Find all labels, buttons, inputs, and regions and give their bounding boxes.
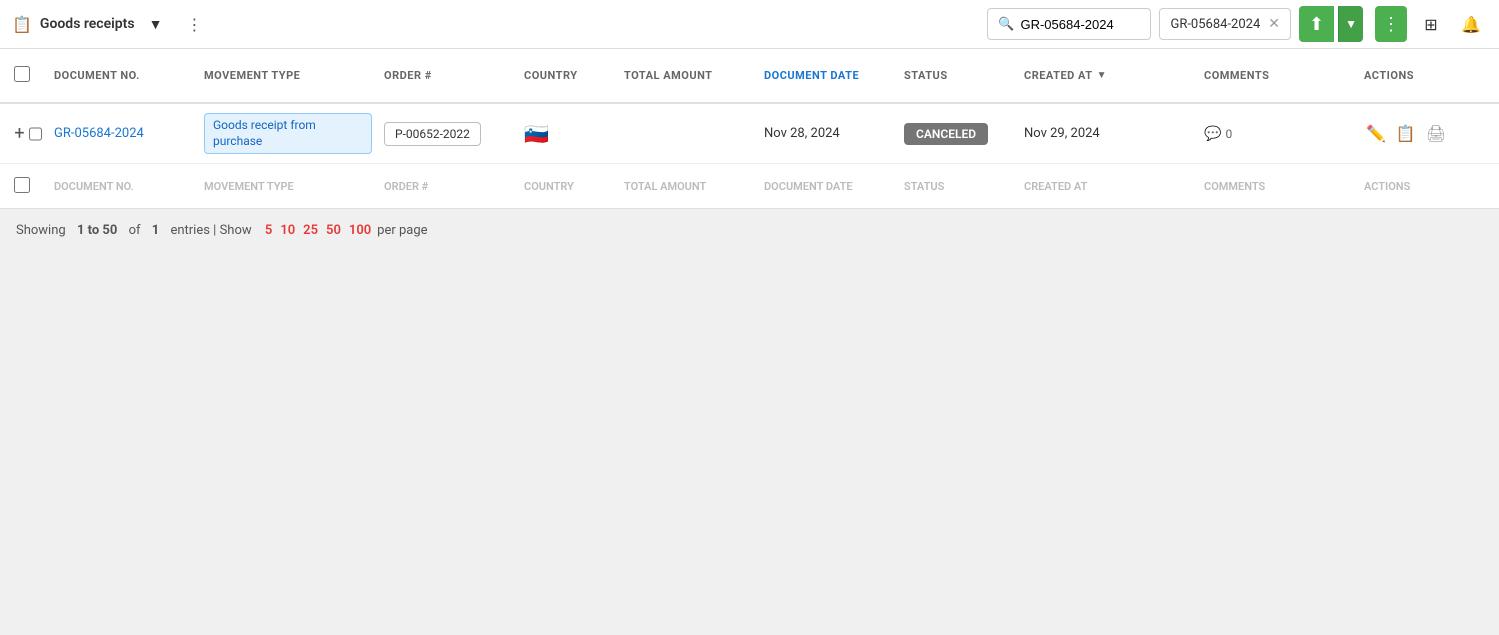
document-no-cell: GR-05684-2024	[48, 118, 198, 149]
total-amount-cell	[618, 126, 758, 142]
footer-col-document-date: DOCUMENT DATE	[758, 174, 898, 199]
pagination-showing: Showing	[16, 223, 66, 238]
upload-icon: ⬆	[1309, 14, 1324, 35]
action-more-icon: ⋮	[1382, 14, 1400, 35]
notifications-button[interactable]: 🔔	[1455, 6, 1487, 42]
filter-icon: ▼	[149, 16, 163, 33]
goods-receipts-icon: 📋	[12, 15, 32, 34]
pagination-total: 1	[152, 223, 159, 238]
page-size-10[interactable]: 10	[280, 223, 295, 238]
page-size-25[interactable]: 25	[303, 223, 318, 238]
col-header-total-amount: TOTAL AMOUNT	[618, 61, 758, 90]
upload-caret-icon: ▼	[1345, 17, 1357, 31]
country-flag: 🇸🇮	[524, 122, 549, 146]
print-action-icon[interactable]: 🖨	[1424, 122, 1448, 145]
footer-select-all-checkbox[interactable]	[14, 177, 30, 193]
page-title: Goods receipts	[40, 16, 135, 32]
footer-col-select	[8, 171, 48, 202]
page-size-100[interactable]: 100	[349, 223, 371, 238]
footer-col-order-no: ORDER #	[378, 174, 518, 199]
bell-icon: 🔔	[1461, 15, 1481, 34]
col-header-document-date[interactable]: DOCUMENT DATE	[758, 61, 898, 90]
row-checkbox[interactable]	[29, 126, 42, 142]
status-badge: CANCELED	[904, 123, 988, 145]
grid-view-button[interactable]: ⊞	[1415, 6, 1447, 42]
created-at-cell: Nov 29, 2024	[1018, 118, 1198, 149]
footer-col-document-no: DOCUMENT NO.	[48, 174, 198, 199]
pagination-of: of	[129, 223, 141, 238]
col-header-created-at[interactable]: CREATED AT ▼	[1018, 61, 1198, 90]
col-header-status: STATUS	[898, 61, 1018, 90]
status-cell: CANCELED	[898, 115, 1018, 153]
comment-count: 0	[1225, 127, 1232, 141]
search-tag: GR-05684-2024 ✕	[1159, 8, 1291, 40]
pagination-info: Showing 1 to 50 of 1 entries | Show 5 10…	[0, 209, 1499, 252]
action-more-button[interactable]: ⋮	[1375, 6, 1407, 42]
movement-type-cell: Goods receipt from purchase	[198, 105, 378, 162]
upload-button[interactable]: ⬆	[1299, 6, 1334, 42]
search-input[interactable]	[1020, 17, 1140, 32]
order-no-cell: P-00652-2022	[378, 114, 518, 154]
order-no-badge[interactable]: P-00652-2022	[384, 122, 481, 146]
actions-cell: ✏️ 📋 🖨	[1358, 114, 1458, 153]
pagination-per-page: per page	[377, 223, 427, 238]
table-footer-header: DOCUMENT NO. MOVEMENT TYPE ORDER # COUNT…	[0, 164, 1499, 209]
grid-icon: ⊞	[1424, 15, 1437, 34]
pagination-entries: entries | Show	[170, 223, 251, 238]
footer-col-comments: COMMENTS	[1198, 174, 1358, 199]
pagination-range: 1 to 50	[77, 223, 117, 238]
footer-col-actions: ACTIONS	[1358, 174, 1458, 199]
upload-dropdown-button[interactable]: ▼	[1338, 6, 1363, 42]
comments-cell: 💬 0	[1198, 118, 1358, 150]
search-tag-close[interactable]: ✕	[1268, 16, 1280, 32]
comment-badge[interactable]: 💬 0	[1204, 126, 1352, 142]
col-header-comments: COMMENTS	[1198, 61, 1358, 90]
copy-action-icon[interactable]: 📋	[1394, 122, 1418, 145]
col-header-actions: ACTIONS	[1358, 61, 1458, 90]
footer-col-created-at: CREATED AT	[1018, 174, 1198, 199]
more-options-button[interactable]: ⋮	[176, 6, 212, 42]
col-header-country: COUNTRY	[518, 61, 618, 90]
edit-action-icon[interactable]: ✏️	[1364, 122, 1388, 145]
more-icon: ⋮	[186, 15, 202, 34]
row-add-cell: +	[8, 114, 48, 154]
table-row: + GR-05684-2024 Goods receipt from purch…	[0, 104, 1499, 164]
document-no-link[interactable]: GR-05684-2024	[54, 126, 144, 141]
col-header-document-no: DOCUMENT NO.	[48, 61, 198, 90]
comment-icon: 💬	[1204, 126, 1221, 142]
created-at-value: Nov 29, 2024	[1024, 126, 1100, 141]
footer-col-total-amount: TOTAL AMOUNT	[618, 174, 758, 199]
select-all-checkbox[interactable]	[14, 66, 30, 82]
page-size-5[interactable]: 5	[265, 223, 272, 238]
topbar-actions: ⬆ ▼ ⋮	[1299, 6, 1407, 42]
topbar: 📋 Goods receipts ▼ ⋮ 🔍 GR-05684-2024 ✕ ⬆…	[0, 0, 1499, 49]
col-header-select	[8, 58, 48, 93]
search-tag-value: GR-05684-2024	[1170, 17, 1260, 32]
search-box: 🔍	[987, 8, 1151, 40]
sort-icon: ▼	[1097, 70, 1107, 81]
movement-type-badge: Goods receipt from purchase	[204, 113, 372, 154]
footer-col-country: COUNTRY	[518, 174, 618, 199]
document-date-value: Nov 28, 2024	[764, 126, 840, 141]
data-table: DOCUMENT NO. MOVEMENT TYPE ORDER # COUNT…	[0, 49, 1499, 209]
document-date-cell: Nov 28, 2024	[758, 118, 898, 149]
footer-col-movement-type: MOVEMENT TYPE	[198, 174, 378, 199]
col-header-movement-type: MOVEMENT TYPE	[198, 61, 378, 90]
page-size-50[interactable]: 50	[326, 223, 341, 238]
add-row-button[interactable]: +	[14, 122, 25, 146]
action-icons: ✏️ 📋 🖨	[1364, 122, 1452, 145]
footer-col-status: STATUS	[898, 174, 1018, 199]
country-cell: 🇸🇮	[518, 114, 618, 154]
search-icon: 🔍	[998, 17, 1014, 32]
table-header: DOCUMENT NO. MOVEMENT TYPE ORDER # COUNT…	[0, 49, 1499, 104]
col-header-order-no: ORDER #	[378, 61, 518, 90]
filter-button[interactable]: ▼	[143, 12, 169, 37]
